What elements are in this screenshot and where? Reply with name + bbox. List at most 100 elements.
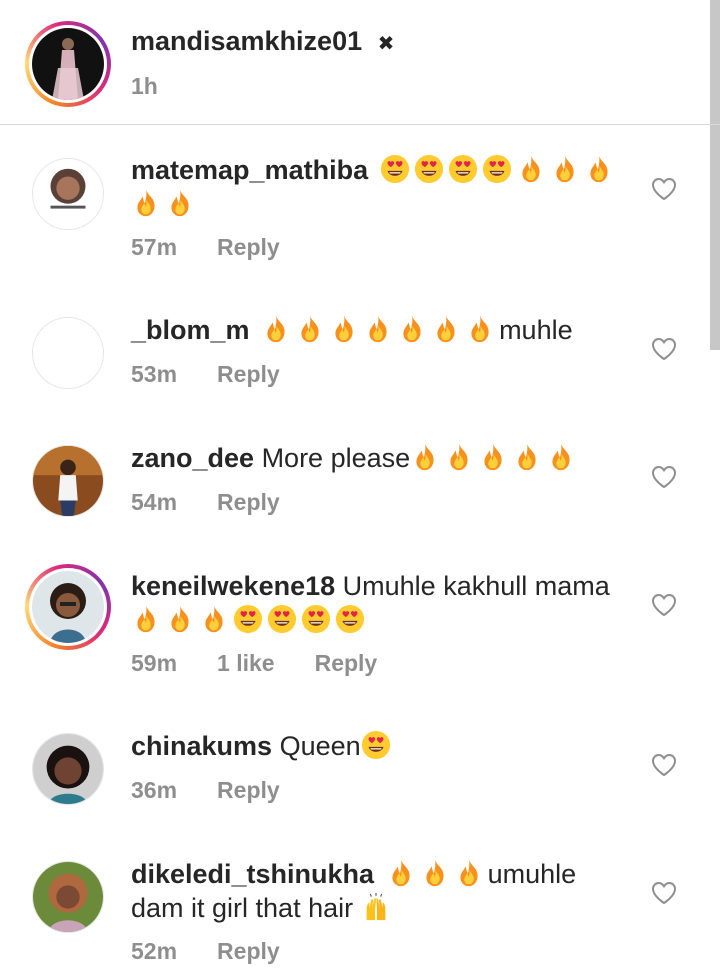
fire-emoji	[444, 442, 474, 472]
commenter-avatar-image	[32, 445, 104, 517]
comment-body: umuhle	[487, 859, 577, 889]
fire-emoji	[546, 442, 576, 472]
reply-button[interactable]: Reply	[217, 233, 280, 261]
comment-text: chinakums Queen	[131, 729, 631, 763]
commenter-avatar[interactable]	[25, 726, 111, 812]
comment-time: 53m	[131, 361, 178, 387]
fire-emoji	[397, 314, 427, 344]
comment-meta: 57m Reply	[131, 233, 280, 261]
heart-outline-icon[interactable]	[651, 593, 677, 617]
fire-emoji	[131, 188, 161, 218]
comment-meta: 59m 1 like Reply	[131, 649, 377, 677]
comment-body-emojis	[386, 859, 488, 889]
fire-emoji	[584, 154, 614, 184]
heart-eyes-emoji	[335, 604, 365, 634]
fire-emoji	[131, 604, 161, 634]
commenter-avatar-image	[32, 571, 104, 643]
caption-time: 1h	[131, 73, 158, 99]
commenter-avatar[interactable]	[25, 854, 111, 940]
fire-emoji	[465, 314, 495, 344]
comment-text: matemap_mathiba	[131, 153, 631, 221]
fire-emoji	[478, 442, 508, 472]
heart-outline-icon[interactable]	[651, 465, 677, 489]
comment-body: Umuhle kakhull mama	[342, 571, 610, 601]
like-count[interactable]: 1 like	[217, 649, 275, 677]
fire-emoji	[295, 314, 325, 344]
fire-emoji	[363, 314, 393, 344]
heart-outline-icon[interactable]	[651, 881, 677, 905]
comment-meta: 36m Reply	[131, 776, 280, 804]
comment-body-emojis	[131, 605, 369, 635]
reply-button[interactable]: Reply	[217, 776, 280, 804]
caption-author: mandisamkhize01 ✖	[131, 24, 394, 61]
fire-emoji	[261, 314, 291, 344]
comment-time: 36m	[131, 777, 178, 803]
comment-body-emojis	[410, 443, 580, 473]
fire-emoji	[420, 858, 450, 888]
commenter-avatar-image	[32, 861, 104, 933]
reply-button[interactable]: Reply	[315, 649, 378, 677]
comment-body-emojis: muhle	[261, 315, 573, 345]
comment-body-line2: dam it girl that hair	[131, 893, 361, 923]
reply-button[interactable]: Reply	[217, 360, 280, 388]
raised-hands-emoji	[361, 892, 391, 922]
comment-username[interactable]: matemap_mathiba	[131, 155, 368, 185]
fire-emoji	[165, 188, 195, 218]
commenter-avatar[interactable]	[25, 564, 111, 650]
reply-button[interactable]: Reply	[217, 937, 280, 965]
comment-username[interactable]: zano_dee	[131, 443, 254, 473]
comment-time: 57m	[131, 234, 178, 260]
comment-meta: 53m Reply	[131, 360, 280, 388]
heart-eyes-emoji	[233, 604, 263, 634]
fire-emoji	[454, 858, 484, 888]
comment-username[interactable]: chinakums	[131, 731, 272, 761]
commenter-avatar-image	[32, 733, 104, 805]
comment-meta: 54m Reply	[131, 488, 280, 516]
fire-emoji	[512, 442, 542, 472]
fire-emoji	[199, 604, 229, 634]
commenter-avatar-image	[32, 158, 104, 230]
comment-time: 54m	[131, 489, 178, 515]
author-avatar[interactable]	[25, 21, 111, 107]
comment-text: _blom_m muhle	[131, 313, 631, 347]
comment-body: Queen	[279, 731, 361, 761]
comment-text: keneilwekene18 Umuhle kakhull mama	[131, 569, 631, 637]
divider	[0, 124, 720, 125]
commenter-avatar-image	[32, 317, 104, 389]
fire-emoji	[431, 314, 461, 344]
heart-outline-icon[interactable]	[651, 337, 677, 361]
caption-meta: 1h	[131, 72, 158, 100]
fire-emoji	[386, 858, 416, 888]
comment-username[interactable]: keneilwekene18	[131, 571, 335, 601]
comment-username[interactable]: _blom_m	[131, 315, 250, 345]
caption-header: mandisamkhize01 ✖ 1h	[0, 0, 720, 124]
heart-outline-icon[interactable]	[651, 177, 677, 201]
fire-emoji	[550, 154, 580, 184]
comment-text: dikeledi_tshinukha umuhle dam it girl th…	[131, 857, 631, 925]
comments-screen: mandisamkhize01 ✖ 1h matemap_mathiba 57m…	[0, 0, 720, 976]
verified-badge: ✖	[377, 33, 395, 55]
fire-emoji	[329, 314, 359, 344]
author-username[interactable]: mandisamkhize01	[131, 26, 362, 56]
commenter-avatar[interactable]	[25, 151, 111, 237]
heart-eyes-emoji	[482, 154, 512, 184]
comment-text: zano_dee More please	[131, 441, 631, 475]
comment-meta: 52m Reply	[131, 937, 280, 965]
heart-eyes-emoji	[301, 604, 331, 634]
fire-emoji	[410, 442, 440, 472]
heart-outline-icon[interactable]	[651, 753, 677, 777]
author-avatar-image	[32, 28, 104, 100]
heart-eyes-emoji	[380, 154, 410, 184]
heart-eyes-emoji	[267, 604, 297, 634]
fire-emoji	[516, 154, 546, 184]
commenter-avatar[interactable]	[25, 310, 111, 396]
heart-eyes-emoji	[448, 154, 478, 184]
comment-body: More please	[261, 443, 411, 473]
fire-emoji	[165, 604, 195, 634]
commenter-avatar[interactable]	[25, 438, 111, 524]
comment-username[interactable]: dikeledi_tshinukha	[131, 859, 374, 889]
heart-eyes-emoji	[414, 154, 444, 184]
reply-button[interactable]: Reply	[217, 488, 280, 516]
comment-time: 52m	[131, 938, 178, 964]
heart-eyes-emoji	[361, 730, 391, 760]
